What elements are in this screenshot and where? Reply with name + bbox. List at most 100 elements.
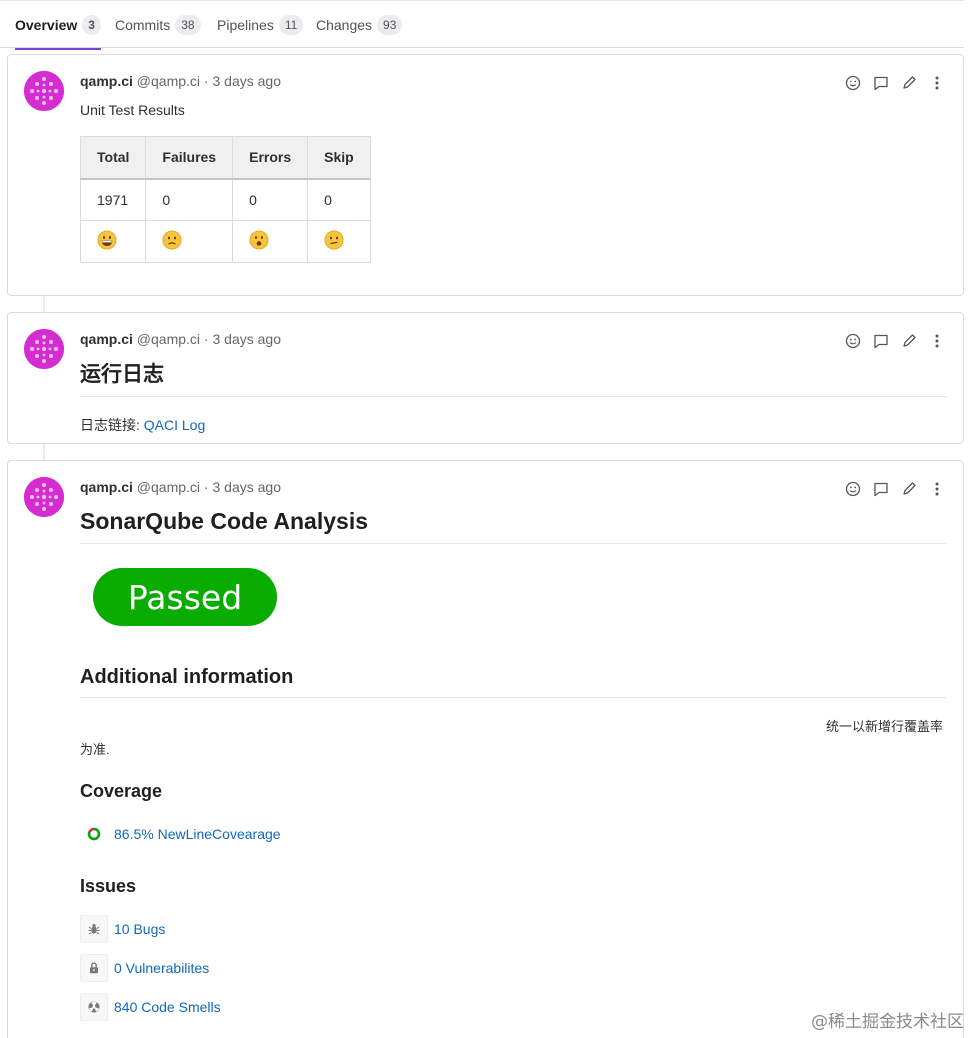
note-actions — [845, 481, 945, 497]
column-header: Failures — [145, 136, 234, 180]
pencil-icon — [903, 76, 916, 89]
add-reaction-button[interactable] — [845, 333, 861, 349]
reply-button[interactable] — [873, 333, 889, 349]
kebab-menu-icon — [935, 76, 939, 90]
tab-count: 11 — [278, 15, 304, 35]
additional-info-heading: Additional information — [80, 666, 947, 698]
note-sonarqube: qamp.ci @qamp.ci · 3 days ago SonarQube … — [7, 460, 964, 1038]
avatar-pattern-icon — [24, 477, 64, 517]
bugs-link[interactable]: 10 Bugs — [114, 921, 165, 937]
note-unit-test-results: qamp.ci @qamp.ci · 3 days ago Unit Test … — [7, 54, 964, 296]
avatar[interactable] — [24, 329, 64, 369]
kebab-menu-icon — [935, 482, 939, 496]
note-header: qamp.ci @qamp.ci · 3 days ago — [80, 331, 281, 347]
header-separator: · — [203, 73, 209, 89]
vulnerabilities-link[interactable]: 0 Vulnerabilites — [114, 960, 209, 976]
column-header: Skip — [307, 136, 371, 180]
watermark: @稀土掘金技术社区 — [811, 1012, 964, 1032]
tab-label: Overview — [15, 17, 78, 33]
confused-face-icon — [324, 230, 344, 250]
note-actions — [845, 75, 945, 91]
author-name[interactable]: qamp.ci — [80, 73, 133, 89]
table-cell: 1971 — [79, 178, 147, 221]
tab-commits[interactable]: Commits 38 — [115, 1, 201, 49]
note-body: 运行日志 日志链接: QACI Log — [80, 358, 947, 435]
note-title: Unit Test Results — [80, 102, 185, 118]
frowning-open-mouth-face-icon — [249, 230, 269, 250]
tab-count: 38 — [175, 15, 201, 35]
author-name[interactable]: qamp.ci — [80, 331, 133, 347]
code-smells-link[interactable]: 840 Code Smells — [114, 999, 221, 1015]
tab-changes[interactable]: Changes 93 — [316, 1, 403, 49]
avatar-pattern-icon — [24, 71, 64, 111]
author-handle: @qamp.ci — [136, 73, 201, 89]
smiley-icon — [845, 333, 861, 349]
reply-button[interactable] — [873, 481, 889, 497]
table-cell — [232, 220, 309, 263]
table-cell: 0 — [307, 178, 371, 221]
note-actions — [845, 333, 945, 349]
add-reaction-button[interactable] — [845, 481, 861, 497]
tab-label: Pipelines — [217, 17, 274, 33]
table-cell — [145, 220, 234, 263]
edit-button[interactable] — [901, 333, 917, 349]
qaci-log-link[interactable]: QACI Log — [144, 417, 205, 433]
bug-icon — [80, 915, 108, 943]
edit-button[interactable] — [901, 75, 917, 91]
coverage-link[interactable]: 86.5% NewLineCovearage — [114, 826, 281, 842]
more-actions-button[interactable] — [929, 481, 945, 497]
note-title: SonarQube Code Analysis — [80, 508, 947, 544]
table-row: 1971 0 0 0 — [79, 178, 371, 221]
merge-request-tabs: Overview 3 Commits 38 Pipelines 11 Chang… — [0, 0, 964, 50]
column-header: Errors — [232, 136, 309, 180]
table-cell — [307, 220, 371, 263]
table-cell: 0 — [145, 178, 234, 221]
smiley-icon — [845, 481, 861, 497]
reply-button[interactable] — [873, 75, 889, 91]
tab-count: 3 — [82, 15, 101, 35]
table-row — [79, 220, 371, 263]
author-name[interactable]: qamp.ci — [80, 479, 133, 495]
tab-count: 93 — [377, 15, 403, 35]
note-time[interactable]: 3 days ago — [212, 73, 281, 89]
issues-heading: Issues — [80, 876, 137, 896]
unit-test-table: Total Failures Errors Skip 1971 0 0 0 — [79, 136, 371, 263]
more-actions-button[interactable] — [929, 333, 945, 349]
column-header: Total — [79, 136, 147, 180]
timeline-connector — [43, 444, 45, 460]
add-reaction-button[interactable] — [845, 75, 861, 91]
note-title: 运行日志 — [80, 358, 947, 397]
comment-icon — [874, 76, 888, 91]
avatar[interactable] — [24, 71, 64, 111]
edit-button[interactable] — [901, 481, 917, 497]
comment-icon — [874, 482, 888, 497]
tab-pipelines[interactable]: Pipelines 11 — [217, 1, 304, 49]
smiley-icon — [845, 75, 861, 91]
radiation-icon — [80, 993, 108, 1021]
additional-info-text-left: 为准. — [80, 742, 110, 757]
table-header-row: Total Failures Errors Skip — [79, 136, 371, 180]
log-line: 日志链接: QACI Log — [80, 415, 947, 435]
lock-icon — [80, 954, 108, 982]
table-cell: 0 — [232, 178, 309, 221]
slightly-frowning-face-icon — [162, 230, 182, 250]
avatar[interactable] — [24, 477, 64, 517]
note-header: qamp.ci @qamp.ci · 3 days ago — [80, 73, 281, 89]
table-cell — [79, 220, 147, 263]
coverage-row: 86.5% NewLineCovearage — [80, 820, 947, 848]
note-time[interactable]: 3 days ago — [212, 331, 281, 347]
note-body: SonarQube Code Analysis Passed Additiona… — [80, 508, 947, 1021]
note-time[interactable]: 3 days ago — [212, 479, 281, 495]
author-handle: @qamp.ci — [136, 331, 201, 347]
comment-icon — [874, 334, 888, 349]
coverage-heading: Coverage — [80, 781, 163, 801]
pencil-icon — [903, 482, 916, 495]
avatar-pattern-icon — [24, 329, 64, 369]
additional-info-text-right: 统一以新增行覆盖率 — [825, 719, 943, 734]
coverage-donut-icon — [80, 820, 108, 848]
more-actions-button[interactable] — [929, 75, 945, 91]
note-body: Unit Test Results Total Failures Errors … — [79, 102, 947, 263]
note-run-log: qamp.ci @qamp.ci · 3 days ago 运行日志 日志链接:… — [7, 312, 964, 444]
issue-row-bugs: 10 Bugs — [80, 915, 947, 943]
tab-overview[interactable]: Overview 3 — [15, 1, 101, 50]
